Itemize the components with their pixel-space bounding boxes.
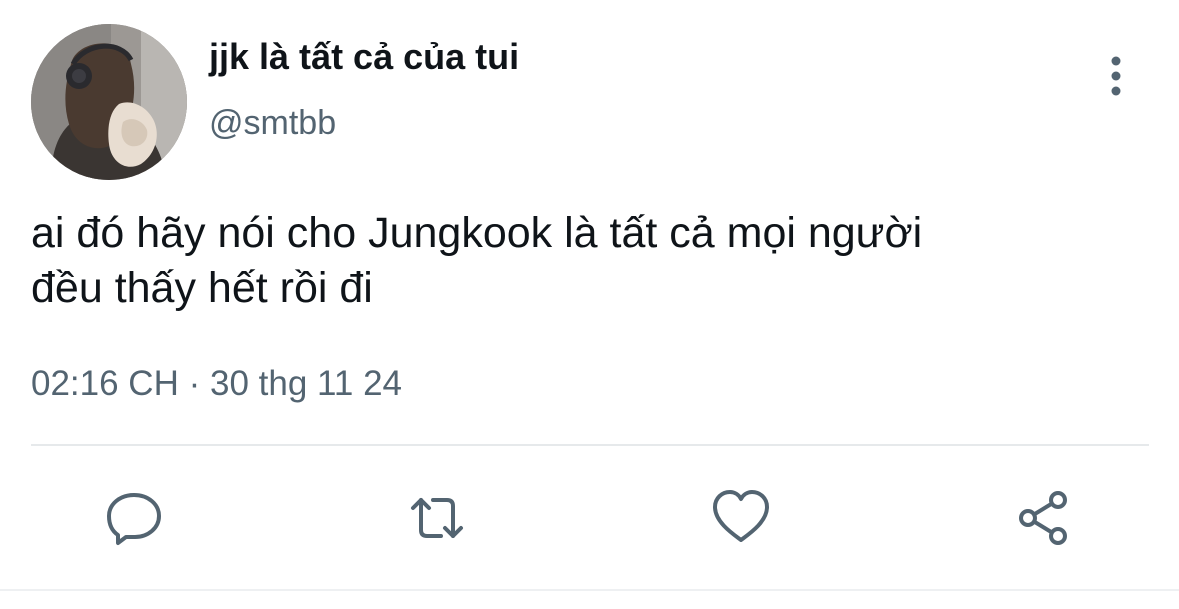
- meta-separator: ·: [178, 364, 210, 403]
- user-handle[interactable]: @smtbb: [209, 104, 336, 143]
- tweet-timestamp[interactable]: 02:16 CH · 30 thg 11 24: [31, 364, 402, 404]
- tweet-date: 30 thg 11 24: [209, 364, 403, 403]
- more-vertical-icon: [1111, 56, 1121, 96]
- tweet-text-line: đều thấy hết rồi đi: [31, 264, 373, 312]
- display-name[interactable]: jjk là tất cả của tui: [209, 36, 519, 78]
- heart-icon: [713, 490, 769, 542]
- like-button[interactable]: [711, 488, 771, 548]
- tweet-text-line: ai đó hãy nói cho Jungkook là tất cả mọi…: [31, 209, 923, 257]
- share-icon: [1019, 491, 1067, 545]
- share-button[interactable]: [1014, 488, 1074, 548]
- tweet-card: jjk là tất cả của tui @smtbb ai đó hãy n…: [0, 0, 1179, 609]
- tweet-text: ai đó hãy nói cho Jungkook là tất cả mọi…: [31, 206, 1141, 316]
- avatar-photo: [31, 24, 187, 180]
- avatar[interactable]: [31, 24, 187, 180]
- retweet-icon: [411, 498, 463, 538]
- more-options-button[interactable]: [1096, 52, 1136, 100]
- divider: [31, 444, 1149, 446]
- reply-button[interactable]: [104, 488, 164, 548]
- retweet-button[interactable]: [407, 488, 467, 548]
- bottom-divider: [0, 589, 1179, 591]
- tweet-time: 02:16 CH: [31, 364, 179, 403]
- reply-icon: [107, 493, 161, 545]
